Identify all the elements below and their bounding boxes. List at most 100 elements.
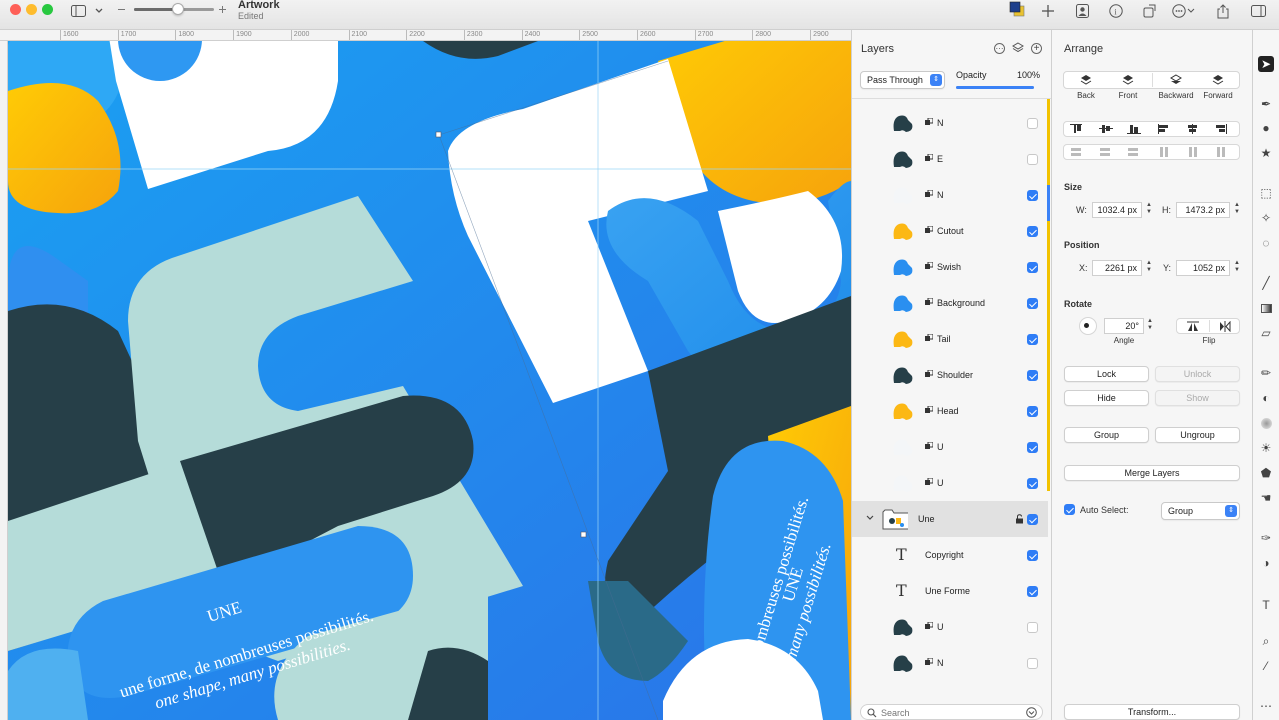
layer-list[interactable]: N E N Cutout Swish Background Tail Shoulder Head… [852, 98, 1051, 694]
auto-select-checkbox[interactable] [1064, 504, 1075, 515]
zoom-in-icon[interactable] [218, 1, 226, 17]
ruler-vertical[interactable] [0, 41, 8, 720]
align-buttons[interactable] [1063, 121, 1240, 137]
pen-nib-icon[interactable]: ✒ [1258, 96, 1274, 112]
lasso-icon[interactable]: ◌ [1258, 235, 1274, 251]
auto-select-dropdown[interactable]: Group ⇕ [1161, 502, 1240, 520]
sidebar-icon[interactable] [70, 3, 86, 19]
selection-handle[interactable] [580, 531, 587, 538]
layer-row[interactable]: Cutout [852, 213, 1048, 249]
layer-row[interactable]: N [852, 105, 1048, 141]
layer-visibility-checkbox[interactable] [1027, 262, 1038, 273]
zoom-slider[interactable] [134, 3, 214, 15]
layer-row[interactable]: N [852, 177, 1048, 213]
close-window-button[interactable] [10, 4, 21, 15]
brush-icon[interactable]: ╱ [1258, 275, 1274, 291]
layer-row[interactable]: Background [852, 285, 1048, 321]
rotate-icon[interactable] [1142, 3, 1158, 19]
layer-visibility-checkbox[interactable] [1027, 658, 1038, 669]
star-icon[interactable]: ★ [1258, 145, 1274, 161]
layer-visibility-checkbox[interactable] [1027, 514, 1038, 525]
height-field[interactable]: 1473.2 px [1176, 202, 1230, 218]
zoom-window-button[interactable] [42, 4, 53, 15]
layer-row[interactable]: Swish [852, 249, 1048, 285]
layer-row[interactable]: Head [852, 393, 1048, 429]
transform-button[interactable]: Transform... [1064, 704, 1240, 720]
minimize-window-button[interactable] [26, 4, 37, 15]
layer-row[interactable]: U [852, 429, 1048, 465]
layer-row[interactable]: N [852, 645, 1048, 681]
layer-visibility-checkbox[interactable] [1027, 226, 1038, 237]
selection-handle[interactable] [435, 131, 442, 138]
more-icon[interactable]: ⋯ [1258, 698, 1274, 714]
layer-row[interactable]: U [852, 609, 1048, 645]
layer-row[interactable]: T Une Forme [852, 573, 1048, 609]
layer-row[interactable]: Shoulder [852, 357, 1048, 393]
window-icon[interactable] [1250, 3, 1266, 19]
lock-button[interactable]: Lock [1064, 366, 1149, 382]
marquee-icon[interactable]: ⬚ [1258, 185, 1274, 201]
layer-row[interactable]: E [852, 141, 1048, 177]
y-stepper[interactable]: ▲ ▼ [1233, 260, 1241, 276]
layer-row[interactable]: Tail [852, 321, 1048, 357]
layer-visibility-checkbox[interactable] [1027, 334, 1038, 345]
chevron-down-icon[interactable] [94, 3, 104, 19]
more-icon[interactable] [1172, 3, 1196, 19]
filter-icon[interactable] [1026, 707, 1037, 718]
share-icon[interactable] [1215, 3, 1231, 19]
bring-to-front-icon[interactable] [1122, 74, 1134, 88]
y-field[interactable]: 1052 px [1176, 260, 1230, 276]
portrait-icon[interactable] [1074, 3, 1090, 19]
front-button[interactable]: Front [1108, 91, 1148, 100]
layer-list-scrollbar[interactable] [1047, 99, 1050, 694]
layer-row[interactable]: T Copyright [852, 537, 1048, 573]
layer-visibility-checkbox[interactable] [1027, 190, 1038, 201]
search-input[interactable] [881, 706, 1011, 719]
layer-visibility-checkbox[interactable] [1027, 370, 1038, 381]
flip-vertical-icon[interactable] [1187, 321, 1199, 332]
eraser-icon[interactable]: ▱ [1258, 325, 1274, 341]
flip-horizontal-icon[interactable] [1219, 321, 1231, 332]
zoom-slider-knob[interactable] [172, 3, 184, 15]
send-backward-icon[interactable] [1170, 74, 1182, 88]
layer-visibility-checkbox[interactable] [1027, 478, 1038, 489]
send-to-back-icon[interactable] [1080, 74, 1092, 88]
artwork[interactable]: UNE une forme, de nombreuses possibilité… [8, 41, 851, 720]
disclosure-chevron-icon[interactable] [866, 515, 874, 521]
eyedropper-icon[interactable]: ⁄ [1258, 658, 1274, 674]
layer-visibility-checkbox[interactable] [1027, 622, 1038, 633]
width-stepper[interactable]: ▲ ▼ [1145, 202, 1153, 218]
color-icon[interactable] [1008, 1, 1026, 17]
x-stepper[interactable]: ▲ ▼ [1145, 260, 1153, 276]
flip-buttons[interactable] [1176, 318, 1240, 334]
back-button[interactable]: Back [1066, 91, 1106, 100]
layer-search[interactable] [860, 704, 1043, 720]
pen-icon[interactable]: ✑ [1258, 530, 1274, 546]
fill-icon[interactable]: ◐ [1258, 390, 1274, 406]
bring-forward-icon[interactable] [1212, 74, 1224, 88]
unlock-button[interactable]: Unlock [1155, 366, 1240, 382]
group-button[interactable]: Group [1064, 427, 1149, 443]
ruler-horizontal[interactable]: 1600 1700 1800 1900 2000 2100 2200 2300 2400 2500… [0, 30, 851, 41]
smudge-icon[interactable]: ☚ [1258, 490, 1274, 506]
ungroup-button[interactable]: Ungroup [1155, 427, 1240, 443]
layer-row[interactable]: Une [852, 501, 1048, 537]
arrow-icon[interactable]: ➤ [1258, 56, 1274, 72]
angle-stepper[interactable]: ▲ ▼ [1146, 318, 1154, 334]
sun-icon[interactable]: ☀ [1258, 440, 1274, 456]
x-field[interactable]: 2261 px [1092, 260, 1142, 276]
zoom-out-icon[interactable] [117, 1, 125, 17]
gradient-icon[interactable] [1258, 300, 1274, 316]
merge-layers-button[interactable]: Merge Layers [1064, 465, 1240, 481]
hide-button[interactable]: Hide [1064, 390, 1149, 406]
add-layer-icon[interactable]: + [1031, 43, 1042, 54]
layer-visibility-checkbox[interactable] [1027, 298, 1038, 309]
layer-visibility-checkbox[interactable] [1027, 118, 1038, 129]
rotation-dial[interactable] [1079, 317, 1097, 335]
height-stepper[interactable]: ▲ ▼ [1233, 202, 1241, 218]
artwork-svg[interactable]: UNE une forme, de nombreuses possibilité… [8, 41, 851, 720]
magic-wand-icon[interactable]: ✧ [1258, 210, 1274, 226]
plus-icon[interactable] [1041, 3, 1055, 19]
more-options-icon[interactable]: ··· [994, 43, 1005, 54]
text-icon[interactable]: T [1258, 597, 1274, 613]
